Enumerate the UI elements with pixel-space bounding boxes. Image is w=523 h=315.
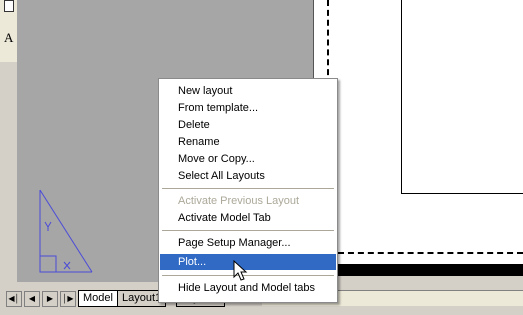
menu-item-page-setup-manager[interactable]: Page Setup Manager...: [160, 235, 336, 251]
first-tab-icon[interactable]: ◀│: [6, 291, 22, 307]
toolbar-square-icon[interactable]: [4, 0, 14, 12]
menu-item-select-all-layouts[interactable]: Select All Layouts: [160, 168, 336, 184]
menu-item-hide-layout-and-model-tabs[interactable]: Hide Layout and Model tabs: [160, 280, 336, 296]
ucs-icon: [39, 189, 93, 273]
tab-model[interactable]: Model: [78, 290, 118, 307]
text-tool-icon[interactable]: A: [4, 30, 13, 46]
next-tab-icon[interactable]: ▶: [42, 291, 58, 307]
menu-separator: [162, 230, 334, 231]
last-tab-icon[interactable]: │▶: [60, 291, 76, 307]
viewport-frame[interactable]: [401, 0, 523, 194]
printable-area-margin-horizontal: [338, 252, 523, 254]
menu-item-from-template[interactable]: From template...: [160, 100, 336, 116]
arrow-cursor-icon: [233, 260, 248, 281]
menu-item-move-or-copy[interactable]: Move or Copy...: [160, 151, 336, 167]
menu-item-delete[interactable]: Delete: [160, 117, 336, 133]
left-toolbar: A: [0, 0, 18, 62]
menu-item-new-layout[interactable]: New layout: [160, 83, 336, 99]
menu-item-activate-model-tab[interactable]: Activate Model Tab: [160, 210, 336, 226]
paper-shadow: [313, 264, 523, 276]
menu-item-activate-previous-layout[interactable]: Activate Previous Layout: [160, 193, 336, 209]
menu-separator: [162, 188, 334, 189]
prev-tab-icon[interactable]: ◀: [24, 291, 40, 307]
menu-item-rename[interactable]: Rename: [160, 134, 336, 150]
